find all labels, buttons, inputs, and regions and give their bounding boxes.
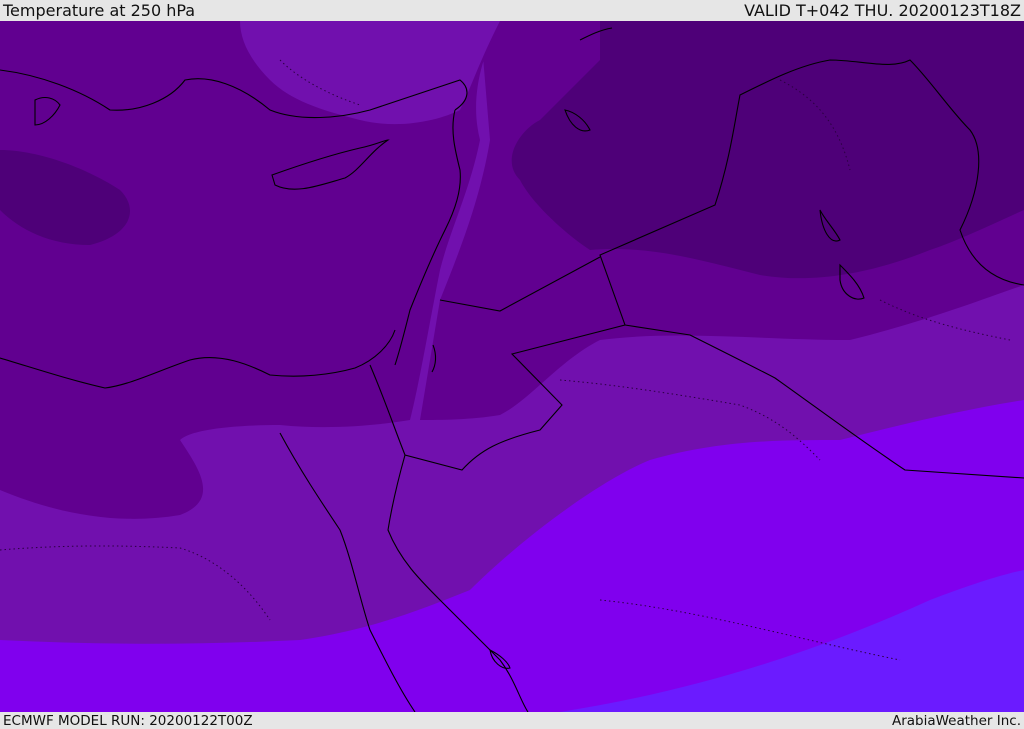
valid-time: VALID T+042 THU. 20200123T18Z	[744, 1, 1021, 20]
map-title: Temperature at 250 hPa	[3, 1, 196, 20]
credit: ArabiaWeather Inc.	[891, 712, 1021, 729]
header-bar: Temperature at 250 hPa VALID T+042 THU. …	[0, 0, 1024, 21]
temperature-map	[0, 21, 1024, 712]
footer-bar: ECMWF MODEL RUN: 20200122T00Z ArabiaWeat…	[0, 712, 1024, 729]
map-svg	[0, 21, 1024, 712]
model-run: ECMWF MODEL RUN: 20200122T00Z	[3, 712, 253, 729]
